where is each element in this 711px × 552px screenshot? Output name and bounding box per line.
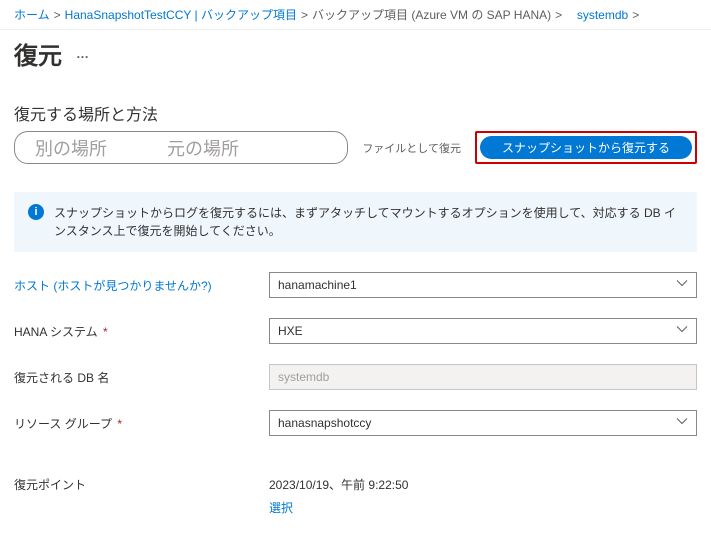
hana-select[interactable]: HXE xyxy=(269,318,697,344)
host-control[interactable]: hanamachine1 xyxy=(269,272,697,298)
breadcrumb-home[interactable]: ホーム xyxy=(14,6,50,23)
rg-select[interactable]: hanasnapshotccy xyxy=(269,410,697,436)
host-help-text: (ホストが見つかりませんか?) xyxy=(53,279,211,293)
restore-point-value-block: 2023/10/19、午前 9:22:50 選択 xyxy=(269,476,408,516)
rg-value: hanasnapshotccy xyxy=(278,416,371,430)
restore-point-row: 復元ポイント 2023/10/19、午前 9:22:50 選択 xyxy=(0,466,711,526)
rg-label: リソース グループ * xyxy=(14,415,269,432)
required-marker: * xyxy=(103,325,108,339)
row-host: ホスト (ホストが見つかりませんか?) hanamachine1 xyxy=(14,272,697,298)
hana-value: HXE xyxy=(278,324,303,338)
tab-orig-location-label: 元の場所 xyxy=(167,135,239,161)
tab-alt-location-label: 別の場所 xyxy=(35,135,107,161)
breadcrumb-db[interactable]: systemdb xyxy=(577,8,628,22)
restore-point-label: 復元ポイント xyxy=(14,476,269,516)
restored-db-value: systemdb xyxy=(278,370,329,384)
tab-from-snapshot[interactable]: スナップショットから復元する xyxy=(480,136,692,159)
restored-db-field: systemdb xyxy=(269,364,697,390)
restore-location-tabs: 別の場所 元の場所 ファイルとして復元 スナップショットから復元する xyxy=(0,131,711,164)
required-marker: * xyxy=(117,417,122,431)
chevron-down-icon xyxy=(676,416,688,431)
host-select[interactable]: hanamachine1 xyxy=(269,272,697,298)
rg-control[interactable]: hanasnapshotccy xyxy=(269,410,697,436)
breadcrumb-sep: > xyxy=(555,8,562,22)
info-box: i スナップショットからログを復元するには、まずアタッチしてマウントするオプショ… xyxy=(14,192,697,252)
tab-alt-orig[interactable]: 別の場所 元の場所 xyxy=(14,131,348,164)
host-label-text: ホスト xyxy=(14,279,50,293)
page-title: 復元 xyxy=(14,36,62,71)
breadcrumb: ホーム > HanaSnapshotTestCCY | バックアップ項目 > バ… xyxy=(0,0,711,30)
breadcrumb-vault[interactable]: HanaSnapshotTestCCY | バックアップ項目 xyxy=(65,6,297,23)
row-restored-db: 復元される DB 名 systemdb xyxy=(14,364,697,390)
tab-from-snapshot-highlight: スナップショットから復元する xyxy=(475,131,697,164)
tab-as-files[interactable]: ファイルとして復元 xyxy=(348,131,475,164)
info-text: スナップショットからログを復元するには、まずアタッチしてマウントするオプションを… xyxy=(54,204,683,240)
host-label: ホスト (ホストが見つかりませんか?) xyxy=(14,277,269,294)
row-resource-group: リソース グループ * hanasnapshotccy xyxy=(14,410,697,436)
hana-label: HANA システム * xyxy=(14,323,269,340)
restore-form: ホスト (ホストが見つかりませんか?) hanamachine1 HANA シス… xyxy=(0,252,711,466)
row-hana: HANA システム * HXE xyxy=(14,318,697,344)
restored-db-control: systemdb xyxy=(269,364,697,390)
title-row: 復元 … xyxy=(0,30,711,81)
breadcrumb-backup-items: バックアップ項目 (Azure VM の SAP HANA) xyxy=(312,6,551,23)
chevron-down-icon xyxy=(676,324,688,339)
rg-label-text: リソース グループ xyxy=(14,417,112,431)
hana-control[interactable]: HXE xyxy=(269,318,697,344)
more-button[interactable]: … xyxy=(76,46,91,61)
hana-label-text: HANA システム xyxy=(14,325,98,339)
restore-point-select-link[interactable]: 選択 xyxy=(269,501,293,515)
breadcrumb-sep: > xyxy=(54,8,61,22)
restored-db-label: 復元される DB 名 xyxy=(14,369,269,386)
breadcrumb-sep: > xyxy=(632,8,639,22)
breadcrumb-sep: > xyxy=(301,8,308,22)
section-heading: 復元する場所と方法 xyxy=(0,81,711,131)
restore-point-value: 2023/10/19、午前 9:22:50 xyxy=(269,476,408,493)
host-value: hanamachine1 xyxy=(278,278,357,292)
host-label-link[interactable]: ホスト (ホストが見つかりませんか?) xyxy=(14,279,212,293)
info-icon: i xyxy=(28,204,44,220)
chevron-down-icon xyxy=(676,278,688,293)
